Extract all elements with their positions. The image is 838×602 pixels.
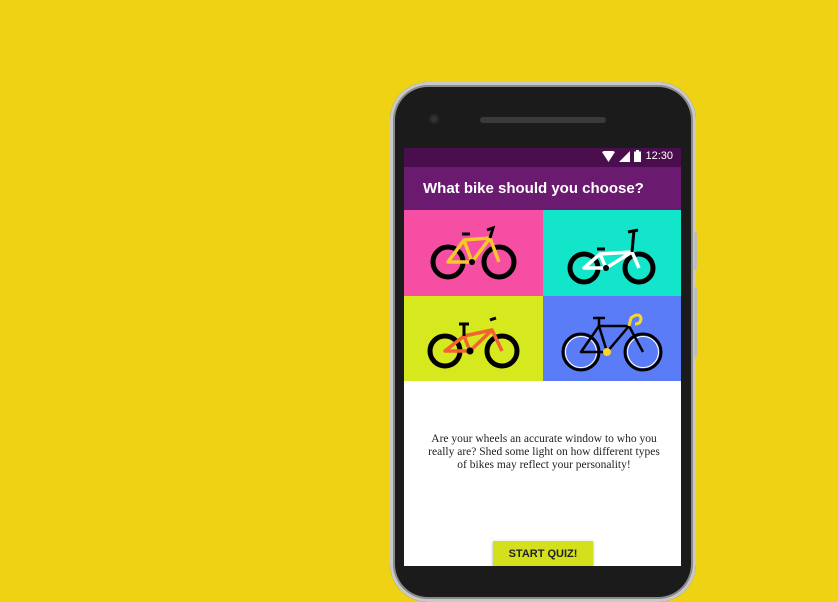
battery-icon bbox=[634, 150, 642, 162]
phone-screen: 12:30 What bike should you choose? Are y… bbox=[404, 148, 681, 566]
full-suspension-bike-icon bbox=[427, 316, 519, 368]
intro-description: Are your wheels an accurate window to wh… bbox=[428, 433, 660, 471]
mountain-bike-icon bbox=[430, 225, 516, 280]
bike-tile-full-suspension[interactable] bbox=[404, 296, 543, 381]
bmx-bike-icon bbox=[567, 228, 656, 285]
volume-button bbox=[694, 287, 697, 357]
intro-content: Are your wheels an accurate window to wh… bbox=[404, 381, 681, 566]
road-bike-icon bbox=[561, 313, 663, 371]
bike-tile-bmx[interactable] bbox=[543, 210, 681, 296]
start-quiz-button[interactable]: START QUIZ! bbox=[493, 541, 593, 566]
bike-grid bbox=[404, 210, 681, 381]
bike-tile-road[interactable] bbox=[543, 296, 681, 381]
wifi-icon bbox=[602, 150, 616, 162]
app-bar: What bike should you choose? bbox=[404, 167, 681, 210]
status-time: 12:30 bbox=[645, 150, 673, 162]
status-bar: 12:30 bbox=[404, 148, 681, 167]
power-button bbox=[694, 232, 697, 270]
bike-tile-mountain[interactable] bbox=[404, 210, 543, 296]
earpiece-speaker bbox=[480, 117, 606, 123]
front-camera bbox=[429, 114, 439, 124]
page-title: What bike should you choose? bbox=[423, 180, 644, 197]
signal-icon bbox=[619, 150, 631, 162]
